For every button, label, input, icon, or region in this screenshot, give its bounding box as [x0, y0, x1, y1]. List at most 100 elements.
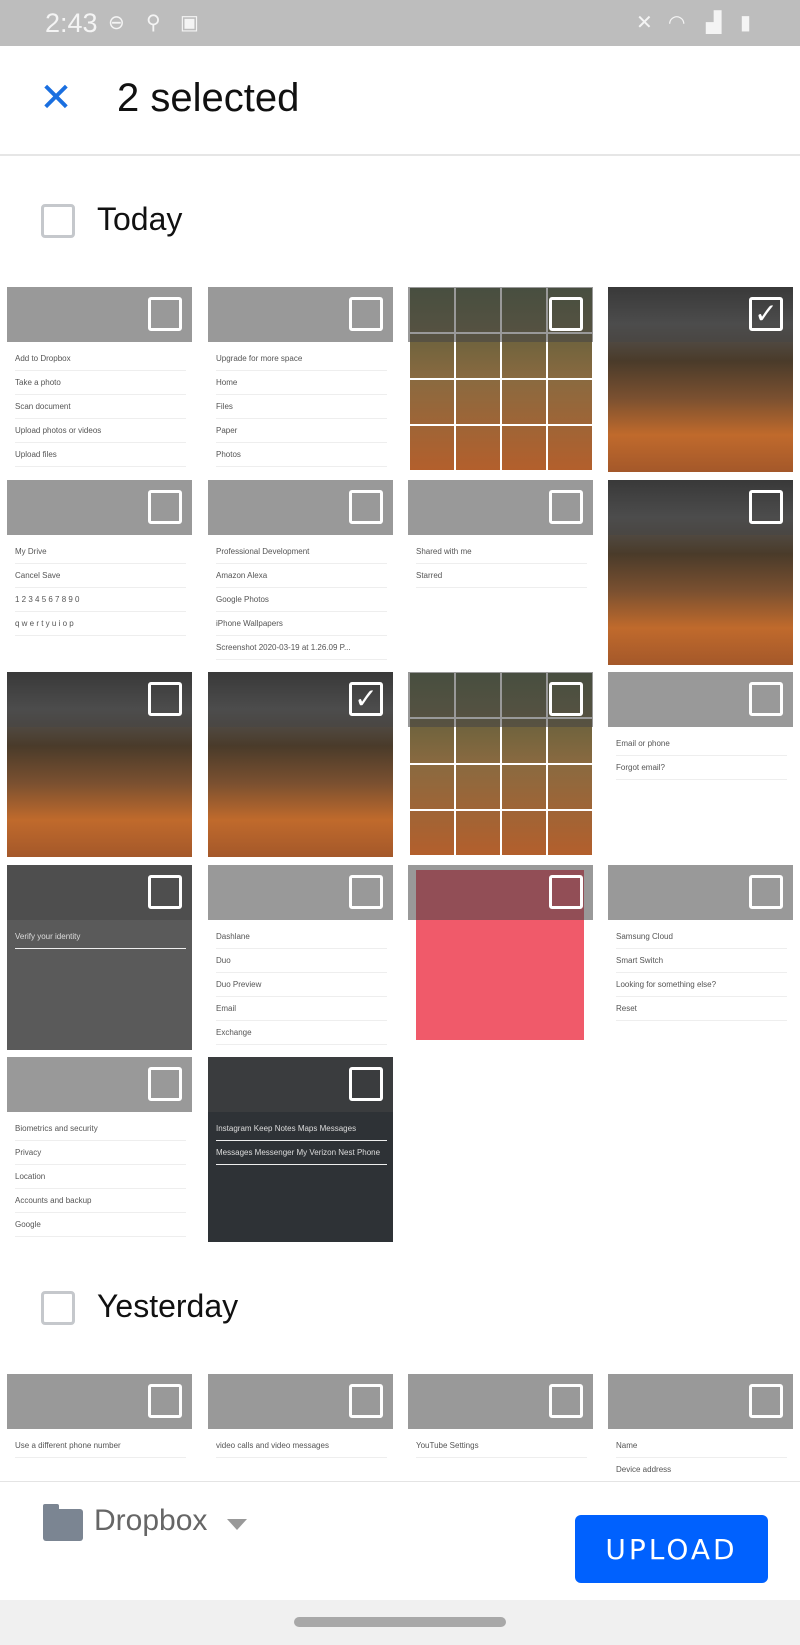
thumbnail-text-line: Samsung Cloud [616, 925, 787, 949]
section-label: Today [97, 201, 183, 237]
checkbox[interactable] [349, 1384, 383, 1418]
thumbnail-tile[interactable]: Samsung Cloud Smart Switch Looking for som… [608, 864, 793, 1050]
thumbnail-tile[interactable] [7, 672, 192, 857]
folder-icon [43, 1504, 83, 1541]
thumbnail-text-line: Scan document [15, 395, 186, 419]
thumbnail-text: video calls and video messages [216, 1434, 387, 1458]
thumbnail-text-line: iPhone Wallpapers [216, 612, 387, 636]
mute-icon: ✕ [636, 12, 653, 34]
thumbnail-text-line: Cancel Save [15, 564, 186, 588]
thumbnail-text-line: q w e r t y u i o p [15, 612, 186, 636]
thumbnail-text-line: Device address [616, 1458, 787, 1482]
thumbnail-text-line: Shared with me [416, 540, 587, 564]
thumbnail-text-line: Dashlane [216, 925, 387, 949]
do-not-disturb-icon: ⊖ [108, 12, 125, 34]
checkbox[interactable] [549, 874, 583, 909]
thumbnail-text-line: Amazon Alexa [216, 564, 387, 588]
select-all-checkbox-yesterday[interactable] [41, 1291, 75, 1325]
upload-button[interactable]: UPLOAD [575, 1515, 768, 1583]
thumbnail-text-line: Upgrade for more space [216, 347, 387, 371]
thumbnail-tile[interactable] [408, 672, 593, 857]
checkbox-checked[interactable]: ✓ [349, 682, 383, 716]
thumbnail-text-line: Starred [416, 564, 587, 588]
thumbnail-text-line: My Drive [15, 540, 186, 564]
signal-icon: ▟ [706, 12, 722, 34]
checkbox[interactable] [749, 1384, 783, 1418]
checkbox[interactable] [148, 1067, 182, 1101]
checkbox[interactable] [148, 489, 182, 524]
thumbnail-text-line: Firefox account [216, 1045, 387, 1050]
checkbox-checked[interactable]: ✓ [749, 297, 783, 331]
status-bar: 2:43 ⊖ ⚲ ▣ ✕ ◠ ▟ ▮ [0, 0, 800, 46]
thumbnail-text-line: Smart Switch [616, 949, 787, 973]
thumbnail-tile[interactable]: Email or phone Forgot email? [608, 672, 793, 857]
thumbnail-text: Add to Dropbox Take a photo Scan document U… [15, 347, 186, 467]
select-all-checkbox-today[interactable] [41, 204, 75, 238]
thumbnail-text-line: video calls and video messages [216, 1434, 387, 1458]
thumbnail-text-line: Location [15, 1165, 186, 1189]
page-title: 2 selected [117, 76, 300, 120]
caret-down-icon [227, 1519, 247, 1530]
sim-icon: ▣ [180, 12, 199, 34]
thumbnail-tile[interactable]: Biometrics and security Privacy Location Ac… [7, 1057, 192, 1242]
thumbnail-text-line: Google Photos [216, 588, 387, 612]
checkbox[interactable] [749, 489, 783, 524]
checkbox[interactable] [549, 297, 583, 331]
checkbox[interactable] [148, 297, 182, 331]
thumbnail-text-line: Professional Development [216, 540, 387, 564]
checkbox[interactable] [549, 1384, 583, 1418]
app-bar: ✕ 2 selected [0, 46, 800, 156]
checkbox[interactable] [749, 682, 783, 716]
thumbnail-text-line: Messages Messenger My Verizon Nest Phone [216, 1141, 387, 1165]
close-icon[interactable]: ✕ [36, 78, 76, 118]
thumbnail-text-line: Reset [616, 997, 787, 1021]
thumbnail-text: Samsung Cloud Smart Switch Looking for som… [616, 925, 787, 1021]
checkbox[interactable] [749, 874, 783, 909]
thumbnail-tile[interactable] [408, 864, 593, 1050]
thumbnail-text-line: 1 2 3 4 5 6 7 8 9 0 [15, 588, 186, 612]
thumbnail-tile[interactable]: Add to Dropbox Take a photo Scan document U… [7, 287, 192, 472]
thumbnail-tile[interactable] [408, 287, 593, 472]
destination-label: Dropbox [94, 1504, 208, 1537]
thumbnail-text: Email or phone Forgot email? [616, 732, 787, 780]
checkbox[interactable] [349, 874, 383, 909]
thumbnail-tile[interactable]: Shared with me Starred [408, 479, 593, 665]
status-time: 2:43 [45, 8, 98, 38]
thumbnail-text-line: Duo [216, 949, 387, 973]
checkbox[interactable] [349, 297, 383, 331]
thumbnail-tile[interactable]: ✓ [208, 672, 393, 857]
thumbnail-text-line: Accounts and backup [15, 1189, 186, 1213]
checkbox[interactable] [148, 682, 182, 716]
thumbnail-tile[interactable]: DashlaneDuoDuo PreviewEmailExchangeFiref… [208, 864, 393, 1050]
thumbnail-tile[interactable]: Instagram Keep Notes Maps Messages Messag… [208, 1057, 393, 1242]
thumbnail-text-line: Biometrics and security [15, 1117, 186, 1141]
thumbnail-text-line: Forgot email? [616, 756, 787, 780]
checkbox[interactable] [148, 1384, 182, 1418]
thumbnail-text-line: Looking for something else? [616, 973, 787, 997]
thumbnail-text: YouTube Settings [416, 1434, 587, 1458]
thumbnail-text-line: Instagram Keep Notes Maps Messages [216, 1117, 387, 1141]
thumbnail-tile[interactable]: Upgrade for more space Home Files Paper Phot… [208, 287, 393, 472]
thumbnail-text: Use a different phone number [15, 1434, 186, 1458]
checkbox[interactable] [148, 874, 182, 909]
battery-icon: ▮ [740, 12, 752, 34]
thumbnail-text-line: Verify your identity [15, 925, 186, 949]
thumbnail-tile[interactable]: Verify your identity [7, 864, 192, 1050]
thumbnail-text: Shared with me Starred [416, 540, 587, 588]
bottom-bar: Dropbox UPLOAD [0, 1481, 800, 1600]
thumbnail-text-line: Exchange [216, 1021, 387, 1045]
thumbnail-tile[interactable]: ✓ [608, 287, 793, 472]
thumbnail-text-line: Home [216, 371, 387, 395]
checkbox[interactable] [549, 489, 583, 524]
checkbox[interactable] [349, 1067, 383, 1101]
section-header-yesterday: Yesterday [0, 1274, 800, 1344]
thumbnail-tile[interactable]: My Drive Cancel Save 1 2 3 4 5 6 7 8 9 0q … [7, 479, 192, 665]
checkbox[interactable] [549, 682, 583, 716]
thumbnail-tile[interactable] [608, 479, 793, 665]
thumbnail-text-line: Use a different phone number [15, 1434, 186, 1458]
thumbnail-tile[interactable]: Professional Development Amazon Alexa Goog… [208, 479, 393, 665]
thumbnail-text-line: Duo Preview [216, 973, 387, 997]
checkbox[interactable] [349, 489, 383, 524]
home-handle[interactable] [294, 1617, 506, 1627]
thumbnail-text-line: Add to Dropbox [15, 347, 186, 371]
